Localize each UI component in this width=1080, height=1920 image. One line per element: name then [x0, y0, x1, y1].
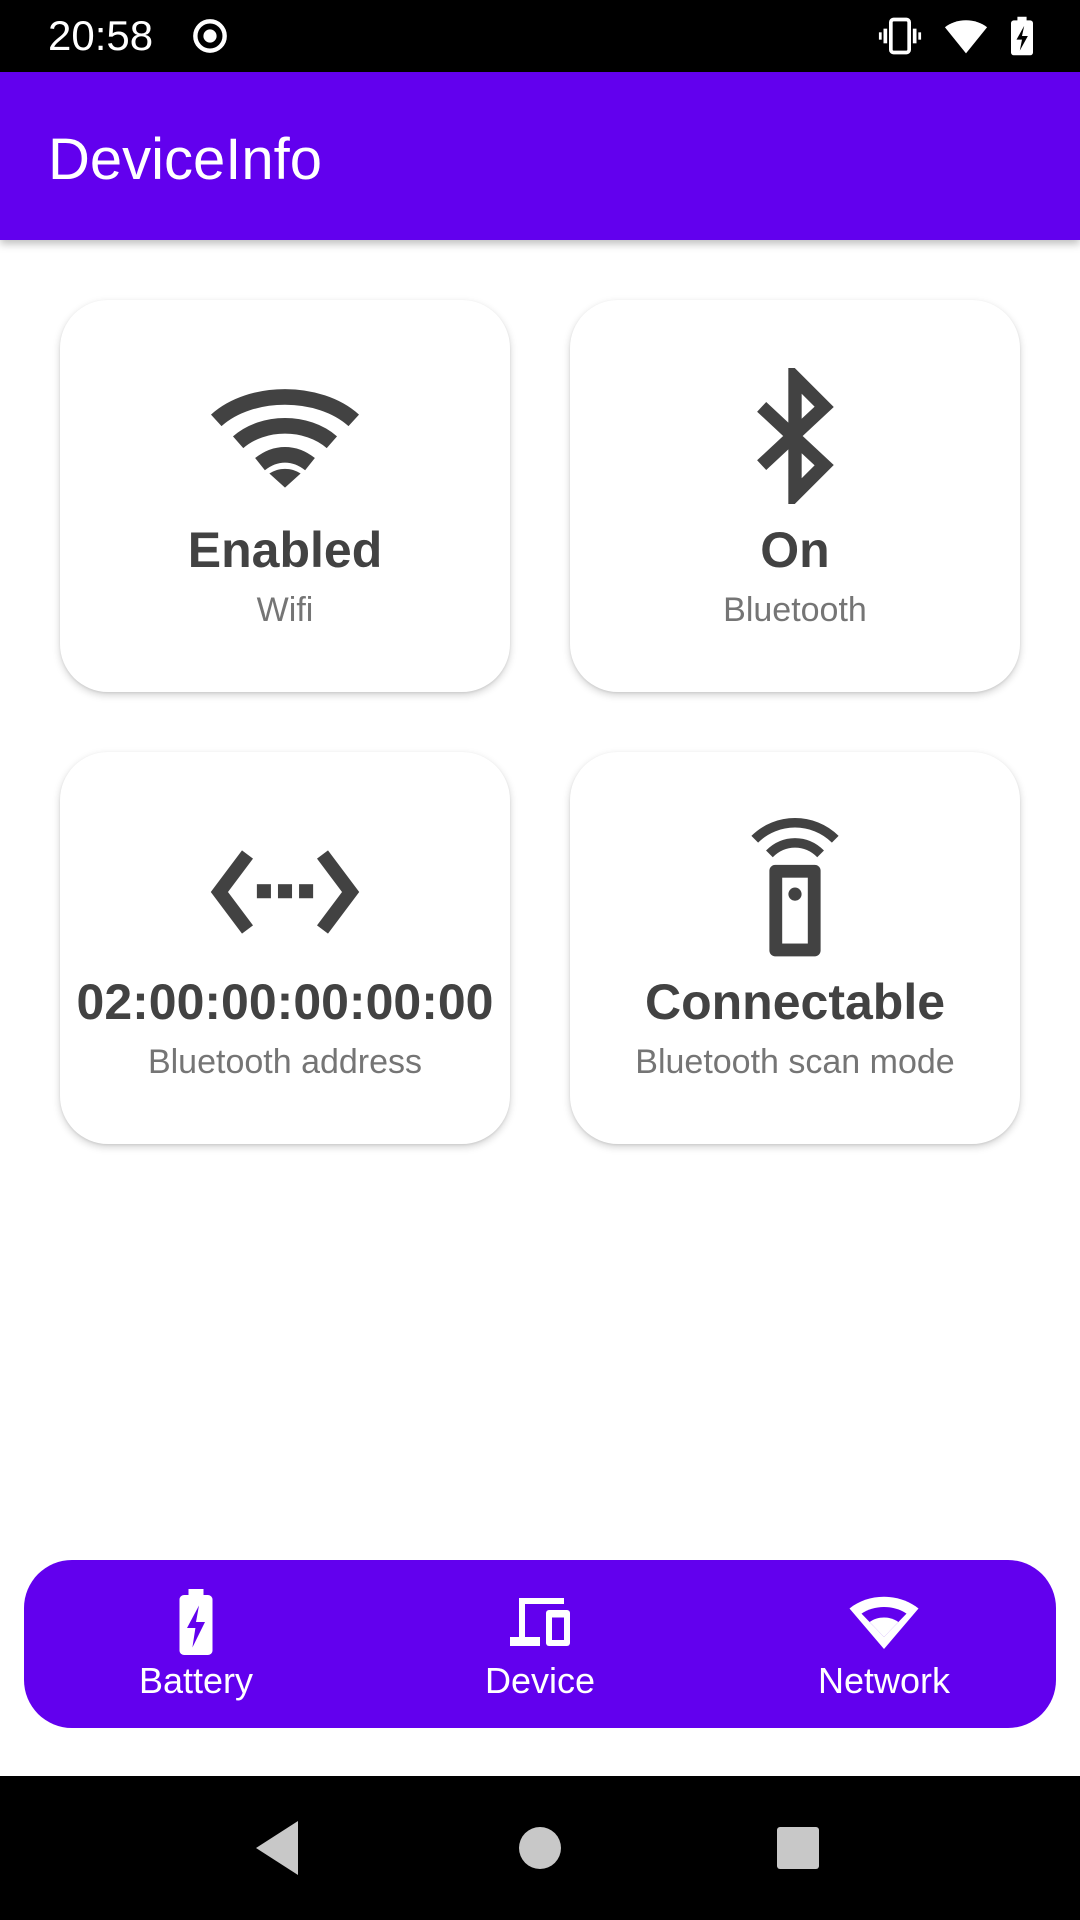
wifi-status-value: Enabled [187, 522, 383, 578]
bluetooth-address-label: Bluetooth address [147, 1043, 423, 1081]
nav-item-battery[interactable]: Battery [24, 1560, 368, 1728]
bluetooth-address-card[interactable]: 02:00:00:00:00:00 Bluetooth address [60, 752, 510, 1144]
recents-icon[interactable] [762, 1812, 834, 1884]
settings-remote-icon [751, 818, 839, 957]
bottom-navigation: Battery Device Network [24, 1560, 1056, 1728]
nav-label-device: Device [484, 1660, 596, 1701]
devices-icon [510, 1598, 570, 1646]
vibrate-icon [878, 17, 922, 55]
nav-label-battery: Battery [138, 1660, 254, 1701]
bluetooth-status-value: On [760, 522, 830, 578]
battery-charging-icon [179, 1589, 213, 1655]
bluetooth-scan-mode-value: Connectable [644, 974, 946, 1030]
bluetooth-icon [757, 368, 834, 504]
home-icon[interactable] [504, 1812, 576, 1884]
bluetooth-scan-mode-label: Bluetooth scan mode [635, 1043, 955, 1081]
bluetooth-card[interactable]: On Bluetooth [570, 300, 1020, 692]
bluetooth-status-label: Bluetooth [723, 591, 867, 629]
app-title: DeviceInfo [48, 127, 323, 192]
nav-item-network[interactable]: Network [712, 1560, 1056, 1728]
settings-ethernet-icon [210, 850, 360, 934]
nav-item-device[interactable]: Device [368, 1560, 712, 1728]
back-icon[interactable] [244, 1812, 316, 1884]
wifi-icon [849, 1596, 919, 1649]
bluetooth-scan-mode-card[interactable]: Connectable Bluetooth scan mode [570, 752, 1020, 1144]
app-bar: DeviceInfo [0, 72, 1080, 240]
wifi-status-label: Wifi [256, 591, 314, 629]
battery-charging-icon [1011, 16, 1033, 56]
status-bar: 20:58 [0, 0, 1080, 72]
wifi-card[interactable]: Enabled Wifi [60, 300, 510, 692]
wifi-icon [211, 389, 359, 488]
wifi-icon [944, 20, 988, 54]
bluetooth-address-value: 02:00:00:00:00:00 [76, 974, 494, 1030]
nav-label-network: Network [817, 1660, 951, 1701]
status-time: 20:58 [48, 12, 154, 59]
record-icon [193, 19, 227, 53]
system-navigation-bar [0, 1776, 1080, 1920]
